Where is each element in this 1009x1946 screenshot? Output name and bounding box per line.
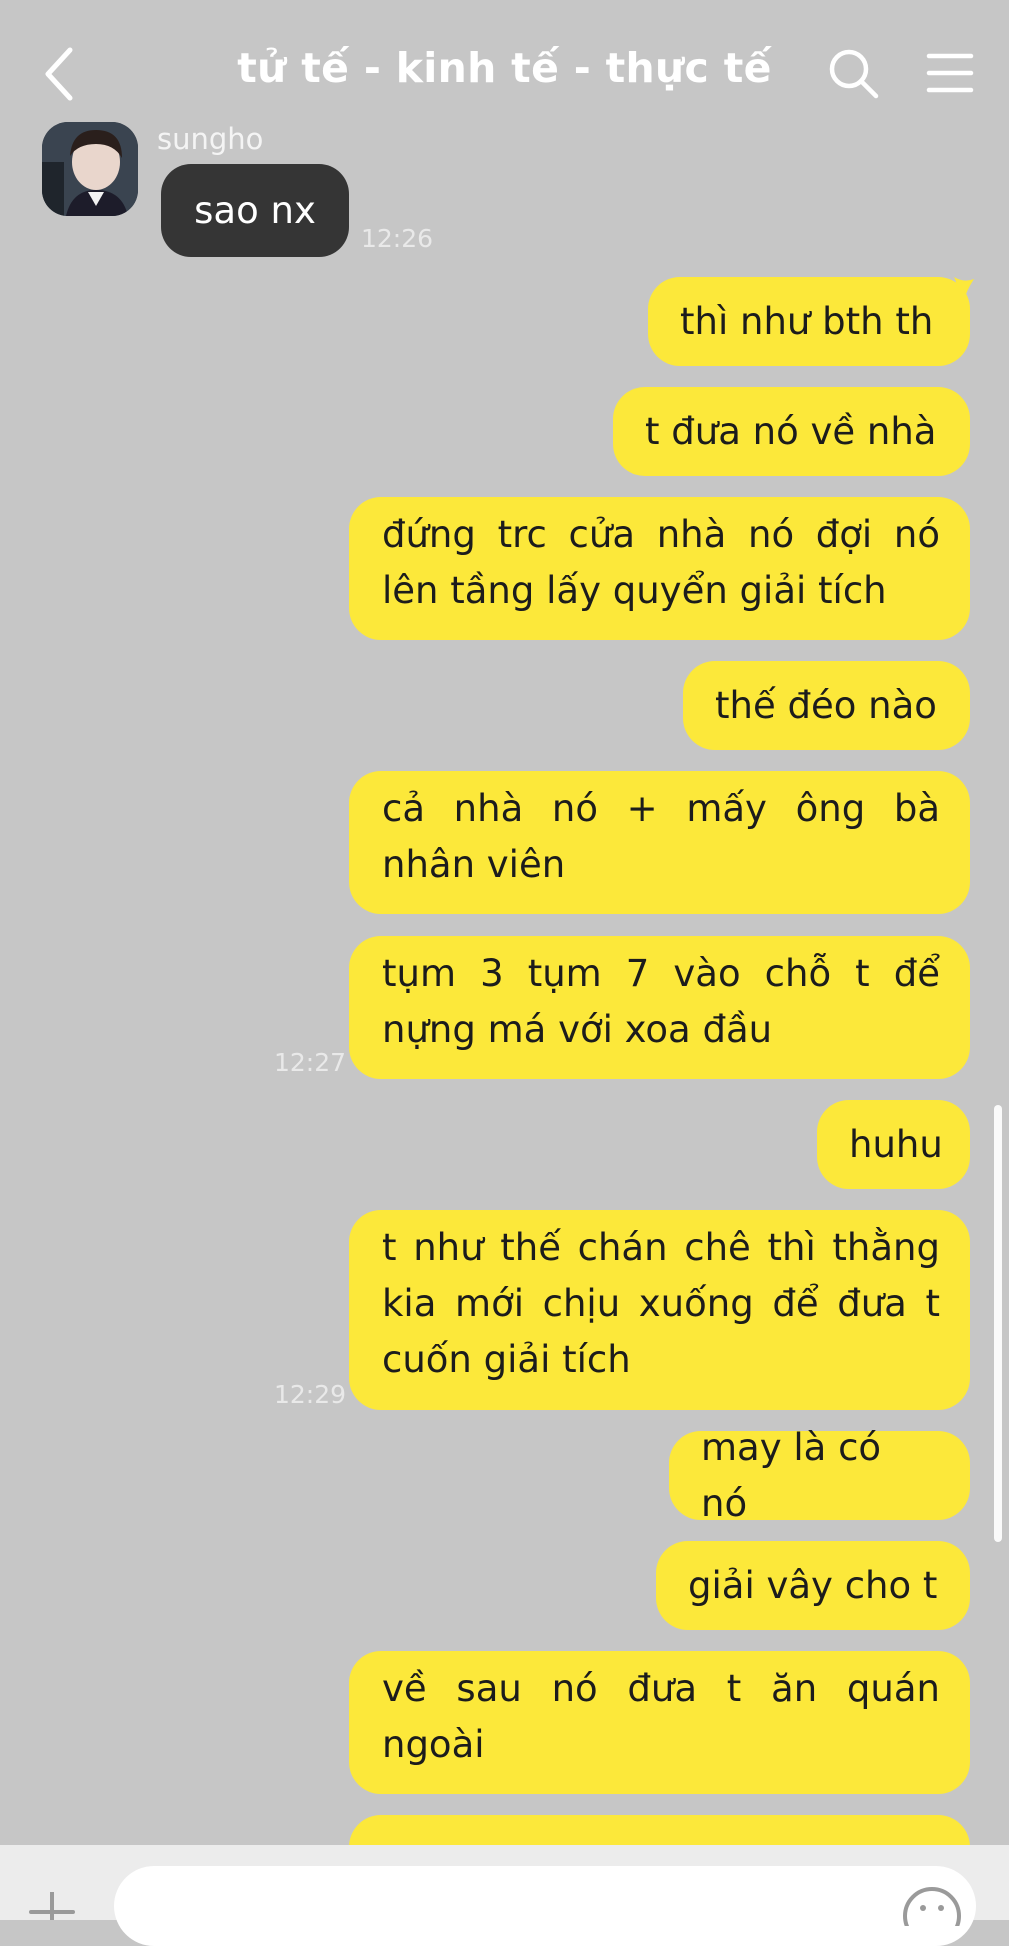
attach-button[interactable] [28,1890,76,1922]
message-text: đứng trc cửa nhà nó đợi nó lên tầng lấy … [382,513,940,612]
sent-message-bubble[interactable]: thì như bth th [648,277,970,366]
chat-scrollbar[interactable] [994,1105,1002,1542]
plus-icon [29,1890,75,1922]
message-text: t như thế chán chê thì thằng kia mới chị… [382,1226,940,1381]
message-text: thì như bth th [680,299,934,343]
message-text: về sau nó đưa t ăn quán ngoài [382,1667,940,1766]
message-text: tụm 3 tụm 7 vào chỗ t để nựng má với xoa… [382,952,940,1051]
message-text: huhu [849,1122,943,1166]
avatar[interactable] [42,122,138,216]
sent-message-bubble[interactable]: may là có nó [669,1426,970,1525]
message-timestamp: 12:29 [274,1380,347,1409]
message-input[interactable] [114,1866,976,1946]
sent-message-bubble[interactable]: đứng trc cửa nhà nó đợi nó lên tầng lấy … [349,497,970,640]
sent-message-bubble[interactable]: t đưa nó về nhà [613,387,970,476]
received-message-bubble[interactable]: sao nx [161,164,349,257]
emoji-button[interactable] [902,1886,962,1945]
message-text: may là có nó [701,1425,882,1525]
sent-message-bubble[interactable]: thế đéo nào [683,661,970,750]
sent-message-bubble[interactable]: huhu [817,1100,970,1189]
message-text: sao nx [194,189,316,232]
message-text: t đưa nó về nhà [645,409,937,453]
sent-message-bubble[interactable]: tụm 3 tụm 7 vào chỗ t để nựng má với xoa… [349,936,970,1079]
sent-message-bubble[interactable]: về sau nó đưa t ăn quán ngoài [349,1651,970,1794]
emoji-icon [903,1887,961,1945]
message-text: thế đéo nào [715,683,937,727]
message-text: giải vây cho t [688,1563,938,1607]
menu-button[interactable] [926,52,974,94]
message-timestamp: 12:27 [274,1048,347,1077]
sent-message-bubble[interactable]: giải vây cho t [656,1541,970,1630]
sender-name: sungho [157,122,264,156]
message-text: cả nhà nó + mấy ông bà nhân viên [382,787,940,886]
hamburger-menu-icon [926,53,974,93]
search-icon [829,49,879,99]
search-button[interactable] [828,48,880,100]
sent-message-bubble[interactable]: t như thế chán chê thì thằng kia mới chị… [349,1210,970,1410]
chat-header: tử tế - kinh tế - thực tế [0,0,1009,140]
profile-photo [42,122,138,216]
message-timestamp: 12:26 [361,224,434,253]
sent-message-bubble[interactable]: cả nhà nó + mấy ông bà nhân viên [349,771,970,914]
